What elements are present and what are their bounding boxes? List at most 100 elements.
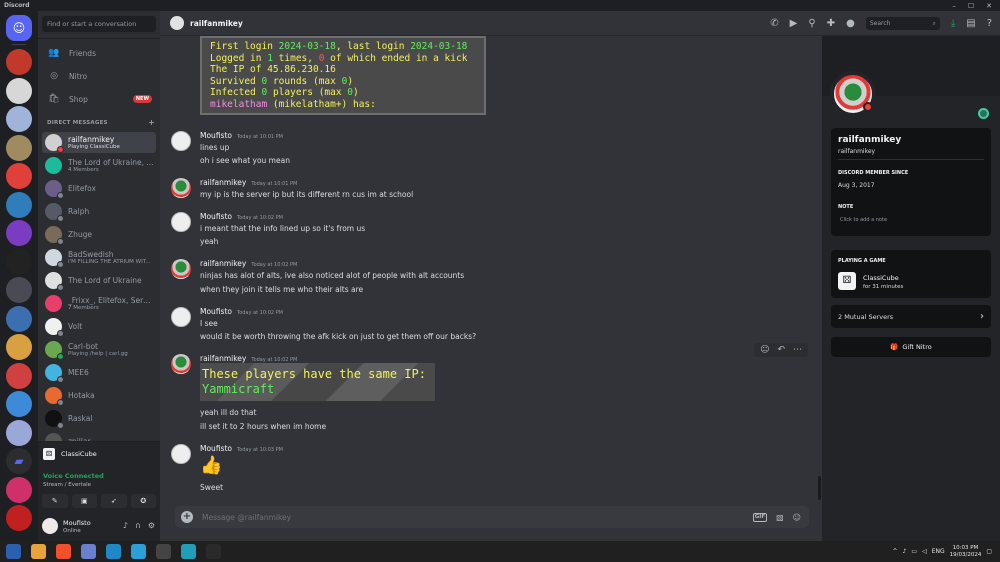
server-icon[interactable] [6, 191, 32, 218]
clock[interactable]: 10:03 PM 19/03/2024 [950, 545, 982, 559]
dm-item[interactable]: Hotaka [42, 385, 156, 406]
server-icon[interactable] [6, 476, 32, 503]
server-icon[interactable] [6, 106, 32, 132]
chat-recipient-name[interactable]: railfanmikey [190, 19, 243, 28]
inbox-icon[interactable]: ▤ [966, 18, 975, 29]
add-reaction-icon[interactable]: ☺ [760, 345, 769, 355]
dm-item[interactable]: Volt [42, 316, 156, 337]
author-name[interactable]: Moufisto [200, 212, 232, 221]
chevron-up-icon[interactable]: ^ [893, 548, 898, 555]
taskbar-app-icon[interactable] [31, 544, 46, 559]
taskbar-app-icon[interactable] [181, 544, 196, 559]
server-icon[interactable] [6, 49, 32, 75]
author-name[interactable]: Moufisto [200, 131, 232, 140]
attach-plus-icon[interactable]: + [181, 511, 193, 523]
dm-item[interactable]: railfanmikey Playing ClassiCube [42, 132, 156, 153]
close-button[interactable]: ✕ [986, 2, 992, 10]
minimize-button[interactable]: – [952, 2, 956, 10]
emoji-icon[interactable]: ☺ [793, 513, 801, 522]
taskbar-app-icon[interactable] [131, 544, 146, 559]
voice-call-icon[interactable]: ✆ [770, 18, 778, 29]
server-icon[interactable] [6, 77, 32, 104]
avatar[interactable] [171, 131, 191, 151]
server-icon[interactable] [6, 334, 32, 360]
dm-item[interactable]: The Lord of Ukraine [42, 270, 156, 291]
mutual-servers-button[interactable]: 2 Mutual Servers › [831, 305, 991, 328]
nav-shop[interactable]: 🛍 Shop NEW [42, 89, 156, 109]
sticker-icon[interactable]: ▧ [776, 513, 784, 522]
taskbar-app-icon[interactable] [56, 544, 71, 559]
dm-item[interactable]: BadSwedish I'M FILLING THE ATRIUM WIT... [42, 247, 156, 268]
author-name[interactable]: railfanmikey [200, 178, 246, 187]
maximize-button[interactable]: ☐ [968, 2, 974, 10]
user-profile-icon[interactable]: ● [846, 18, 855, 29]
message-input[interactable]: Message @railfanmikey [202, 513, 291, 522]
avatar[interactable] [170, 16, 184, 30]
dm-item[interactable]: _Frixx_, Elitefox, Sere... 7 Members [42, 293, 156, 314]
avatar[interactable] [171, 178, 191, 198]
search-conversation-input[interactable]: Find or start a conversation [42, 16, 156, 32]
screen-share-icon[interactable]: ▣ [71, 494, 97, 508]
minecraft-screenshot-attachment[interactable]: These players have the same IP: Yammicra… [200, 363, 435, 401]
server-icon[interactable] [6, 220, 32, 246]
microphone-icon[interactable]: ♪ [123, 521, 128, 530]
gif-button[interactable]: GIF [752, 512, 768, 522]
search-input[interactable]: Search ⌕ [865, 16, 940, 30]
dm-item[interactable]: Raskal [42, 408, 156, 429]
dm-item[interactable]: Carl-bot Playing /help | carl.gg [42, 339, 156, 360]
nitro-badge-icon[interactable] [978, 108, 989, 119]
taskbar-app-icon[interactable] [81, 544, 96, 559]
pin-icon[interactable]: ⚲ [808, 18, 815, 29]
avatar[interactable] [171, 212, 191, 232]
note-input[interactable]: Click to add a note [840, 217, 887, 223]
server-icon[interactable] [6, 163, 32, 189]
author-name[interactable]: railfanmikey [200, 354, 246, 363]
scrollbar[interactable] [818, 476, 821, 500]
activity-game[interactable]: ⚄ ClassiCube [43, 448, 97, 460]
server-icon[interactable] [6, 419, 32, 446]
dm-item[interactable]: Ralph [42, 201, 156, 222]
dm-item[interactable]: Elitefox [42, 178, 156, 199]
avatar[interactable] [171, 354, 191, 374]
volume-icon[interactable]: ◁ [922, 548, 927, 555]
voice-channel-path[interactable]: Stream / Evertale [43, 482, 91, 488]
network-icon[interactable]: ▭ [911, 548, 917, 555]
server-icon[interactable] [6, 134, 32, 161]
author-name[interactable]: Moufisto [200, 307, 232, 316]
server-icon[interactable] [6, 248, 32, 275]
activity-rocket-icon[interactable]: ➶ [101, 494, 127, 508]
gear-icon[interactable]: ⚙ [148, 521, 155, 530]
dm-item[interactable]: Zhuge [42, 224, 156, 245]
start-icon[interactable] [6, 544, 21, 559]
voice-connected-status[interactable]: Voice Connected [43, 472, 104, 480]
server-icon[interactable] [6, 277, 32, 303]
gift-nitro-button[interactable]: 🎁 Gift Nitro [831, 337, 991, 357]
taskbar-app-icon[interactable] [106, 544, 121, 559]
minecraft-screenshot-attachment[interactable]: First login 2024-03-18, last login 2024-… [200, 36, 486, 115]
more-icon[interactable]: ⋯ [793, 345, 802, 355]
add-friend-icon[interactable]: ✚ [827, 18, 835, 29]
author-name[interactable]: railfanmikey [200, 259, 246, 268]
nav-nitro[interactable]: ◎ Nitro [42, 66, 156, 86]
headphones-icon[interactable]: ∩ [135, 521, 141, 530]
avatar[interactable] [830, 71, 876, 117]
avatar[interactable] [171, 259, 191, 279]
author-name[interactable]: Moufisto [200, 444, 232, 453]
create-dm-button[interactable]: + [148, 119, 155, 127]
nav-friends[interactable]: 👥 Friends [42, 43, 156, 63]
server-icon[interactable] [6, 391, 32, 417]
reply-icon[interactable]: ↶ [777, 345, 785, 355]
camera-off-icon[interactable]: ✎ [42, 494, 68, 508]
language-indicator[interactable]: ENG [932, 548, 945, 555]
download-icon[interactable]: ⤓ [951, 18, 955, 29]
avatar[interactable] [171, 444, 191, 464]
dm-item[interactable]: The Lord of Ukraine, ... 4 Members [42, 155, 156, 176]
soundboard-icon[interactable]: ✪ [130, 494, 156, 508]
video-call-icon[interactable]: ▶ [790, 18, 798, 29]
discord-home-icon[interactable]: ☺ [6, 15, 32, 41]
dm-item[interactable]: MEE6 [42, 362, 156, 383]
server-icon[interactable] [6, 305, 32, 332]
taskbar-app-icon[interactable] [156, 544, 171, 559]
avatar[interactable] [42, 518, 58, 534]
avatar[interactable] [171, 307, 191, 327]
